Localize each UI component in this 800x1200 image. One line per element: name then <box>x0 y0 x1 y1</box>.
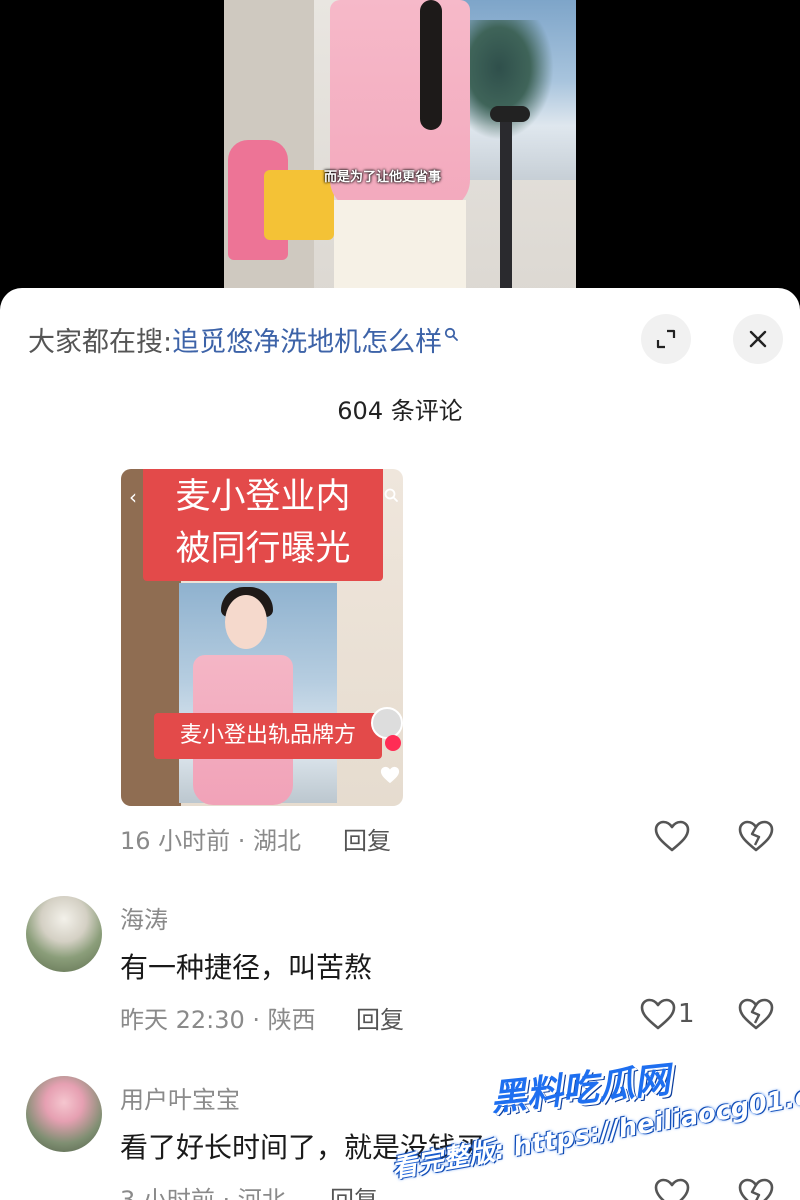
search-suggestion[interactable]: 大家都在搜:追觅悠净洗地机怎么样 <box>28 320 459 359</box>
comment-text: 有一种捷径，叫苦熬 <box>120 951 373 984</box>
expand-button[interactable] <box>641 314 691 364</box>
reply-button[interactable]: 回复 <box>330 1180 378 1200</box>
comment-meta: 昨天 22:30 · 陕西 <box>120 1006 316 1034</box>
comment-count-title: 604 条评论 <box>337 397 463 425</box>
comment-image-person-head <box>225 595 267 649</box>
search-icon <box>384 488 398 502</box>
chevron-left-icon: ‹ <box>129 485 137 509</box>
search-icon <box>445 327 459 341</box>
like-heart-icon[interactable] <box>638 996 678 1032</box>
video-mop-top <box>490 106 530 122</box>
close-button[interactable] <box>733 314 783 364</box>
video-person-braid <box>420 0 442 130</box>
video-mop-handle <box>500 110 512 300</box>
avatar[interactable] <box>26 896 102 972</box>
comment-image-top-line2: 被同行曝光 <box>175 529 351 569</box>
comment-image-bottom-banner: 麦小登出轨品牌方 <box>154 713 382 759</box>
close-icon <box>749 330 767 348</box>
like-heart-icon[interactable] <box>652 818 692 854</box>
dislike-broken-heart-icon[interactable] <box>736 996 776 1032</box>
video-frame[interactable]: 而是为了让他更省事 <box>224 0 576 300</box>
comment-meta: 3 小时前 · 河北 <box>120 1186 286 1200</box>
like-heart-icon[interactable] <box>652 1176 692 1200</box>
follow-plus-icon <box>385 735 401 751</box>
avatar[interactable] <box>26 1076 102 1152</box>
expand-icon <box>656 329 676 349</box>
dislike-broken-heart-icon[interactable] <box>736 1176 776 1200</box>
video-subtitle: 而是为了让他更省事 <box>324 170 442 185</box>
comment-image-top-banner: 麦小登业内 被同行曝光 <box>143 469 383 581</box>
comment-image[interactable]: 麦小登业内 被同行曝光 麦小登出轨品牌方 ‹ <box>121 469 403 806</box>
dislike-broken-heart-icon[interactable] <box>736 818 776 854</box>
comment-image-top-line1: 麦小登业内 <box>175 477 351 517</box>
like-count: 1 <box>678 999 695 1029</box>
comment-meta: 16 小时前 · 湖北 <box>120 827 302 855</box>
comment-username[interactable]: 用户叶宝宝 <box>120 1080 240 1115</box>
video-person-skirt <box>334 200 466 300</box>
heart-icon <box>380 766 400 784</box>
search-suggestion-prefix: 大家都在搜: <box>28 327 173 358</box>
comment-sheet: 大家都在搜:追觅悠净洗地机怎么样 604 条评论 麦小登业内 被同行曝光 麦小登… <box>0 288 800 1200</box>
comment-image-avatar <box>371 707 403 739</box>
search-suggestion-term[interactable]: 追觅悠净洗地机怎么样 <box>172 327 442 358</box>
video-player[interactable]: 而是为了让他更省事 <box>0 0 800 300</box>
reply-button[interactable]: 回复 <box>343 821 391 856</box>
reply-button[interactable]: 回复 <box>356 1000 404 1035</box>
comment-username[interactable]: 海涛 <box>120 900 168 935</box>
